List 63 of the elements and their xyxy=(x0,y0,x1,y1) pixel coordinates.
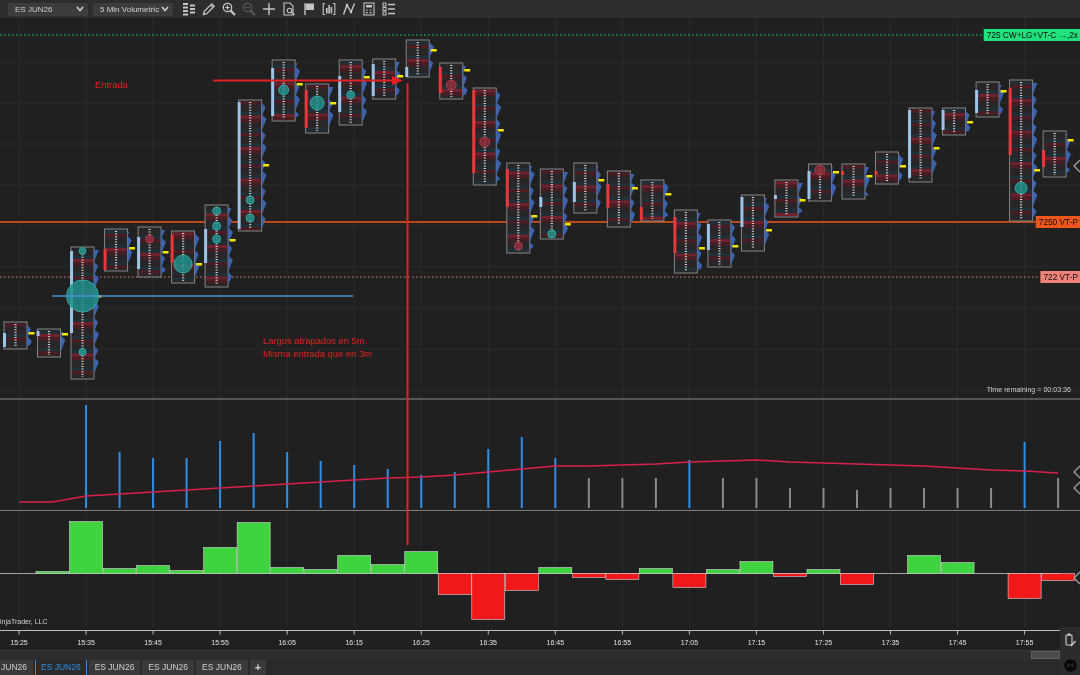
volume-bar xyxy=(822,487,825,509)
volume-bar xyxy=(487,448,490,509)
volumetric-candle xyxy=(304,83,337,134)
volumetric-candle xyxy=(572,162,605,214)
chart-tab[interactable]: ES JUN26 xyxy=(35,660,87,675)
add-tab-button[interactable]: + xyxy=(249,660,267,675)
instrument-dropdown[interactable]: ES JUN26 xyxy=(8,2,88,16)
volume-bar xyxy=(621,477,624,509)
price-tag: 7250 VT-P xyxy=(1035,216,1080,228)
volume-bar xyxy=(1057,477,1060,509)
bar-list-icon[interactable] xyxy=(182,2,196,16)
chart-tab[interactable]: ES JUN26 xyxy=(88,660,141,675)
edit-icon[interactable] xyxy=(1064,633,1076,647)
volume-bar xyxy=(420,474,423,509)
volume-bar xyxy=(990,487,993,509)
volume-bar xyxy=(788,487,791,509)
volume-bar xyxy=(152,457,155,509)
chart-tab[interactable]: JUN26 xyxy=(0,660,33,675)
volume-bar xyxy=(554,457,557,509)
volume-bar xyxy=(118,451,121,509)
diamond-handle-icon[interactable] xyxy=(1073,465,1080,479)
diamond-handle-icon[interactable] xyxy=(1073,159,1080,173)
flag-icon[interactable] xyxy=(302,2,316,16)
bar-chart-icon[interactable] xyxy=(322,2,336,16)
pencil-icon[interactable] xyxy=(202,2,216,16)
scrollbar-thumb[interactable] xyxy=(1031,651,1060,659)
volume-bar xyxy=(956,487,959,509)
volume-bar xyxy=(453,471,456,509)
volume-bar xyxy=(286,451,289,509)
volume-bar xyxy=(721,477,724,509)
volume-bar xyxy=(755,477,758,509)
volume-bar xyxy=(219,440,222,509)
volumetric-candle xyxy=(841,163,873,200)
circle-logo-icon xyxy=(1063,659,1077,672)
diamond-handle-icon[interactable] xyxy=(1073,571,1080,585)
list-icon[interactable] xyxy=(382,2,396,16)
calculator-icon[interactable] xyxy=(362,2,376,16)
volume-bar xyxy=(1023,441,1026,509)
annotation-note: Largos atrapados en 5m. Misma entrada que en 3m xyxy=(263,335,372,359)
volume-bar xyxy=(386,468,389,509)
volume-bar xyxy=(688,459,691,509)
annotation-label: Entrada xyxy=(95,78,128,90)
volume-bar xyxy=(654,477,657,509)
crosshair-icon[interactable] xyxy=(262,2,276,16)
volume-bar xyxy=(587,477,590,509)
volume-bar xyxy=(889,487,892,509)
diamond-handle-icon[interactable] xyxy=(1073,481,1080,495)
document-icon[interactable] xyxy=(282,2,296,16)
price-tag: 722 VT-P xyxy=(1040,271,1080,283)
volumetric-candle xyxy=(3,321,35,350)
chart-tab[interactable]: ES JUN26 xyxy=(196,660,248,675)
caret-icon xyxy=(161,6,169,12)
volume-bar xyxy=(923,487,926,509)
volume-bar xyxy=(185,457,188,509)
bar-type-dropdown[interactable]: 5 Min Volumetric xyxy=(93,2,173,16)
volume-bar xyxy=(353,464,356,509)
zoom-in-icon[interactable] xyxy=(222,2,236,16)
volumetric-candle xyxy=(706,219,739,268)
caret-icon xyxy=(76,6,84,12)
price-tag: 725 CW+LG+VT-C →,2x xyxy=(983,29,1080,41)
volume-bar xyxy=(319,460,322,509)
line-chart-icon[interactable] xyxy=(342,2,356,16)
chart-tab[interactable]: ES JUN26 xyxy=(142,660,195,675)
